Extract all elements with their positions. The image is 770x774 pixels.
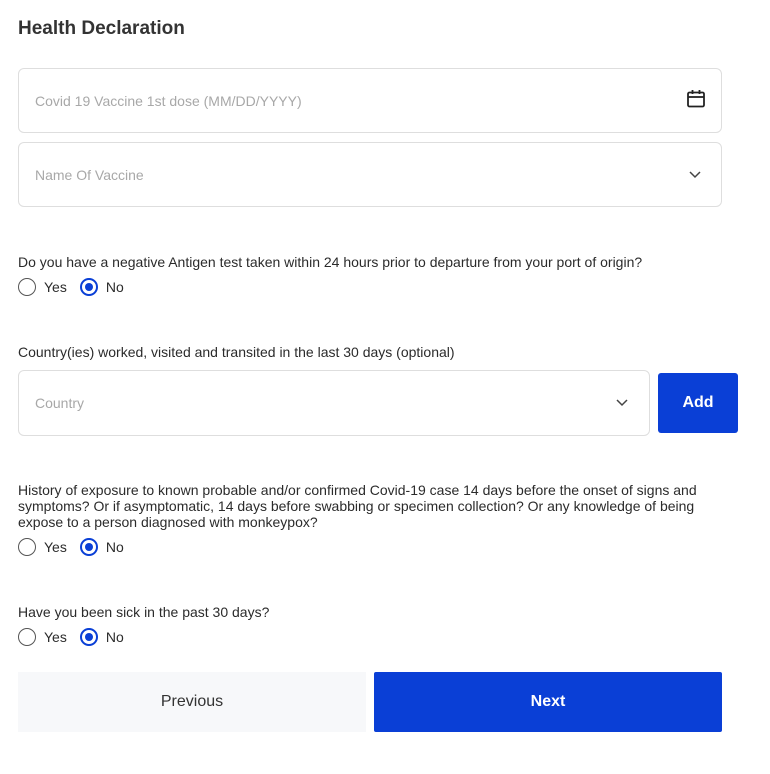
sick-yes-label: Yes xyxy=(44,629,67,645)
previous-button[interactable]: Previous xyxy=(18,672,366,732)
countries-question: Country(ies) worked, visited and transit… xyxy=(18,344,455,360)
exposure-radio-group: Yes No xyxy=(18,538,137,556)
vaccine-date-field[interactable]: Covid 19 Vaccine 1st dose (MM/DD/YYYY) xyxy=(18,68,722,133)
sick-question: Have you been sick in the past 30 days? xyxy=(18,604,270,620)
page-title: Health Declaration xyxy=(18,18,185,39)
country-select[interactable]: Country xyxy=(18,370,650,436)
exposure-yes-radio[interactable] xyxy=(18,538,36,556)
add-country-button[interactable]: Add xyxy=(658,373,738,433)
sick-no-label: No xyxy=(105,629,124,645)
chevron-down-icon xyxy=(688,166,702,184)
exposure-no-label: No xyxy=(105,539,124,555)
exposure-yes-label: Yes xyxy=(44,539,67,555)
antigen-yes-radio[interactable] xyxy=(18,278,36,296)
antigen-no-radio[interactable] xyxy=(79,278,98,296)
chevron-down-icon xyxy=(615,394,629,412)
country-placeholder: Country xyxy=(35,395,85,411)
antigen-no-label: No xyxy=(105,279,124,295)
vaccine-date-placeholder: Covid 19 Vaccine 1st dose (MM/DD/YYYY) xyxy=(35,92,302,109)
antigen-radio-group: Yes No xyxy=(18,278,137,296)
exposure-question: History of exposure to known probable an… xyxy=(18,482,697,530)
vaccine-name-select[interactable]: Name Of Vaccine xyxy=(18,142,722,207)
next-button[interactable]: Next xyxy=(374,672,722,732)
vaccine-name-placeholder: Name Of Vaccine xyxy=(35,166,144,183)
antigen-question: Do you have a negative Antigen test take… xyxy=(18,254,643,270)
sick-yes-radio[interactable] xyxy=(18,628,36,646)
sick-radio-group: Yes No xyxy=(18,628,137,646)
exposure-no-radio[interactable] xyxy=(79,538,98,556)
sick-no-radio[interactable] xyxy=(79,628,98,646)
antigen-yes-label: Yes xyxy=(44,279,67,295)
calendar-icon[interactable] xyxy=(686,88,706,113)
